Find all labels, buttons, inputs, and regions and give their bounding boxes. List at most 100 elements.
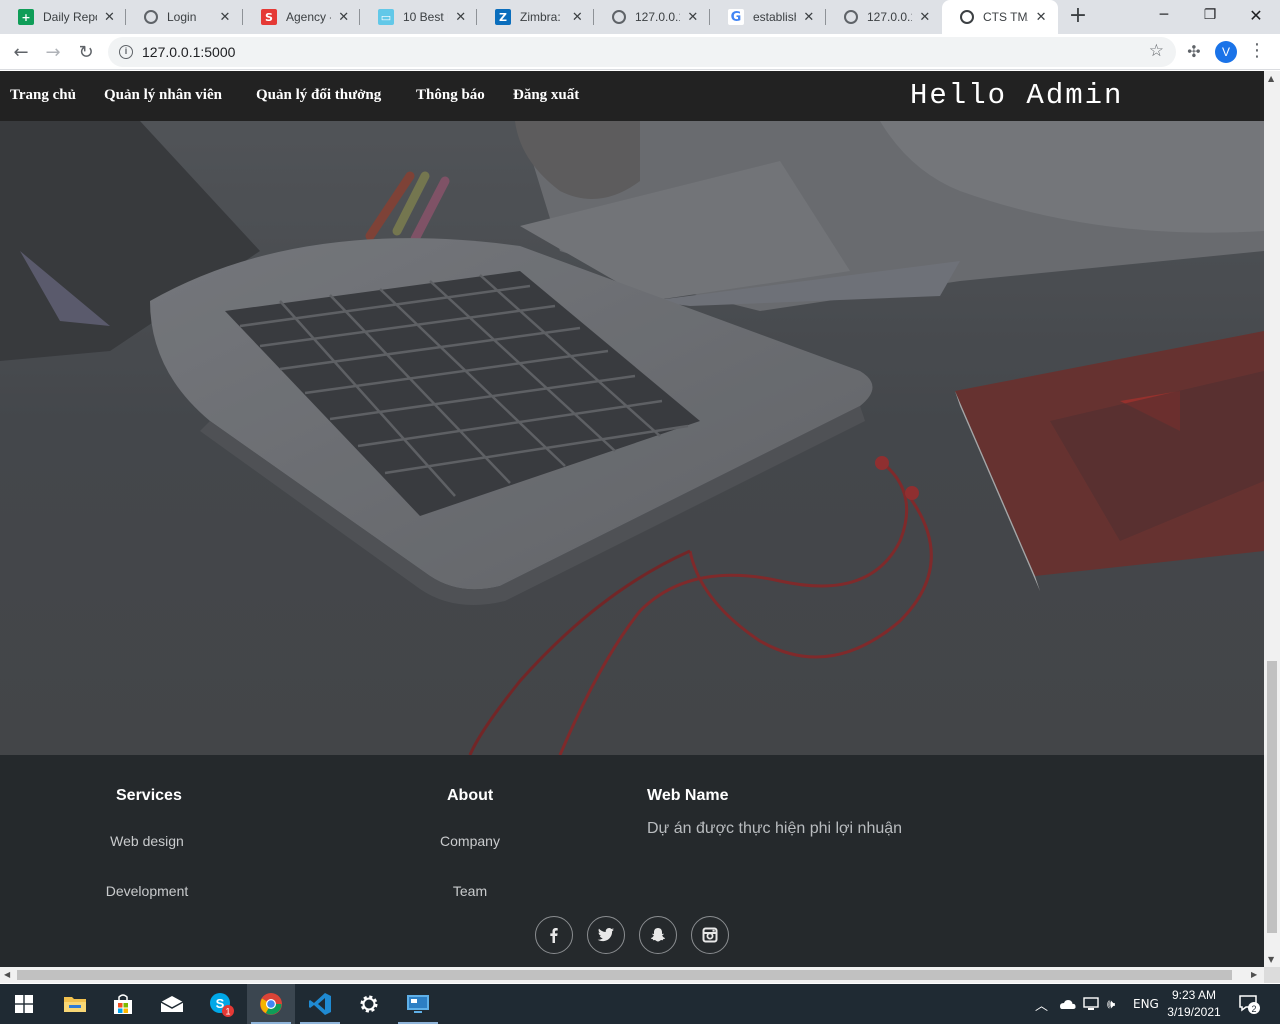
scroll-down-arrow-icon[interactable]: ▼ <box>1268 955 1274 964</box>
chrome-icon[interactable] <box>247 984 295 1024</box>
show-hidden-icons-chevron-icon[interactable]: ︿ <box>1035 984 1048 1024</box>
file-explorer-icon[interactable] <box>51 984 99 1024</box>
scroll-right-arrow-icon[interactable]: ▶ <box>1251 970 1257 979</box>
instagram-icon[interactable] <box>691 916 729 954</box>
close-tab-icon[interactable]: ✕ <box>571 9 584 25</box>
reload-button[interactable]: ↻ <box>73 39 99 65</box>
footer-about-heading: About <box>447 787 494 804</box>
remote-desktop-icon[interactable] <box>394 984 442 1024</box>
nav-logout-link[interactable]: Đăng xuất <box>513 87 579 104</box>
vscode-icon[interactable] <box>296 984 344 1024</box>
tab-localhost-1[interactable]: 127.0.0.1 ✕ <box>594 0 710 34</box>
tab-title: 127.0.0.1 <box>635 10 680 24</box>
new-tab-button[interactable]: + <box>1066 5 1090 29</box>
nav-rewards-link[interactable]: Quản lý đổi thưởng <box>256 87 381 104</box>
greeting-text: Hello Admin <box>910 79 1124 112</box>
close-tab-icon[interactable]: ✕ <box>802 9 816 25</box>
site-footer: Services Web design Development About Co… <box>0 755 1264 967</box>
store-icon[interactable] <box>99 984 147 1024</box>
tab-daily-report[interactable]: + Daily Report ✕ <box>0 0 126 34</box>
tab-title: Login <box>167 10 197 24</box>
footer-link-team[interactable]: Team <box>453 883 487 899</box>
globe-icon <box>612 10 626 24</box>
tab-cts-tma[interactable]: CTS TMA ✕ <box>942 0 1058 34</box>
scroll-left-arrow-icon[interactable]: ◀ <box>4 970 10 979</box>
scrollbar-corner <box>1264 967 1280 983</box>
settings-icon[interactable] <box>345 984 393 1024</box>
close-tab-icon[interactable]: ✕ <box>686 9 700 25</box>
sheets-icon: + <box>18 9 34 25</box>
mail-icon[interactable] <box>148 984 196 1024</box>
footer-link-web-design[interactable]: Web design <box>110 833 184 849</box>
close-tab-icon[interactable]: ✕ <box>1034 9 1048 25</box>
close-tab-icon[interactable]: ✕ <box>918 9 932 25</box>
action-center-icon[interactable]: 2 <box>1238 984 1262 1024</box>
tab-establish[interactable]: G establish ✕ <box>710 0 826 34</box>
tab-10-best[interactable]: ▭ 10 Best Fo ✕ <box>360 0 477 34</box>
tab-localhost-2[interactable]: 127.0.0.1 ✕ <box>826 0 942 34</box>
horizontal-scrollbar[interactable]: ◀ ▶ <box>0 967 1264 983</box>
tab-title: Zimbra: In <box>520 10 565 24</box>
footer-services-heading: Services <box>116 787 182 804</box>
network-icon[interactable] <box>1083 984 1099 1024</box>
system-clock[interactable]: 9:23 AM 3/19/2021 <box>1162 987 1226 1021</box>
nav-notifications-link[interactable]: Thông báo <box>416 87 485 104</box>
globe-icon <box>144 10 158 24</box>
facebook-icon[interactable] <box>535 916 573 954</box>
clock-date: 3/19/2021 <box>1167 1005 1221 1019</box>
horizontal-scroll-thumb[interactable] <box>17 970 1232 980</box>
footer-link-development[interactable]: Development <box>106 883 189 899</box>
skype-badge-count: 1 <box>225 1007 230 1017</box>
tab-title: 10 Best Fo <box>403 10 448 24</box>
vertical-scroll-thumb[interactable] <box>1267 661 1277 933</box>
globe-icon <box>844 10 858 24</box>
browser-tab-strip: + Daily Report ✕ Login ✕ S Agency - T ✕ … <box>0 0 1280 34</box>
laptop-desk-photo <box>0 121 1264 755</box>
vertical-scrollbar[interactable]: ▲ ▼ <box>1264 71 1280 967</box>
address-bar[interactable]: i 127.0.0.1:5000 ☆ <box>108 37 1176 67</box>
close-tab-icon[interactable]: ✕ <box>454 9 467 25</box>
forward-button[interactable]: → <box>40 39 66 65</box>
tab-title: Agency - T <box>286 10 331 24</box>
notification-count: 2 <box>1251 1004 1256 1014</box>
restore-button[interactable]: ❐ <box>1187 0 1233 30</box>
snapchat-icon[interactable] <box>639 916 677 954</box>
chrome-menu-icon[interactable]: ⋮ <box>1247 40 1267 64</box>
onedrive-cloud-icon[interactable] <box>1058 984 1076 1024</box>
bookmark-star-icon[interactable]: ☆ <box>1149 41 1164 61</box>
minimize-button[interactable]: ─ <box>1141 0 1187 30</box>
zimbra-icon: Z <box>495 9 511 25</box>
extensions-puzzle-icon[interactable]: ✣ <box>1184 42 1204 62</box>
close-tab-icon[interactable]: ✕ <box>103 9 116 25</box>
s-app-icon: S <box>261 9 277 25</box>
close-window-button[interactable]: ✕ <box>1233 0 1279 30</box>
clock-time: 9:23 AM <box>1171 988 1217 1002</box>
google-icon: G <box>728 9 744 25</box>
language-indicator[interactable]: ENG <box>1133 984 1159 1024</box>
tab-zimbra[interactable]: Z Zimbra: In ✕ <box>477 0 594 34</box>
footer-link-company[interactable]: Company <box>440 833 500 849</box>
close-tab-icon[interactable]: ✕ <box>337 9 350 25</box>
scroll-up-arrow-icon[interactable]: ▲ <box>1268 74 1274 83</box>
close-tab-icon[interactable]: ✕ <box>217 9 233 25</box>
tab-login[interactable]: Login ✕ <box>126 0 243 34</box>
tab-agency[interactable]: S Agency - T ✕ <box>243 0 360 34</box>
globe-icon <box>960 10 974 24</box>
footer-webname-heading: Web Name <box>647 787 729 804</box>
start-icon[interactable] <box>0 984 48 1024</box>
tab-title: Daily Report <box>43 10 97 24</box>
profile-avatar[interactable]: V <box>1215 41 1237 63</box>
nav-employees-link[interactable]: Quản lý nhân viên <box>104 87 222 104</box>
skype-icon[interactable]: S1 <box>198 984 246 1024</box>
volume-icon[interactable]: 🕪 <box>1107 984 1115 1024</box>
nav-home-link[interactable]: Trang chủ <box>10 87 76 104</box>
tab-title: CTS TMA <box>983 10 1028 24</box>
url-text[interactable]: 127.0.0.1:5000 <box>142 44 235 60</box>
back-button[interactable]: ← <box>8 39 34 65</box>
windows-taskbar: S1 ︿ 🕪 ENG 9:23 AM 3/19/2021 2 <box>0 984 1280 1024</box>
site-info-icon[interactable]: i <box>119 45 133 59</box>
page-viewport: Trang chủ Quản lý nhân viên Quản lý đổi … <box>0 71 1264 967</box>
tab-title: establish <box>753 10 796 24</box>
twitter-icon[interactable] <box>587 916 625 954</box>
site-navbar: Trang chủ Quản lý nhân viên Quản lý đổi … <box>0 71 1264 121</box>
